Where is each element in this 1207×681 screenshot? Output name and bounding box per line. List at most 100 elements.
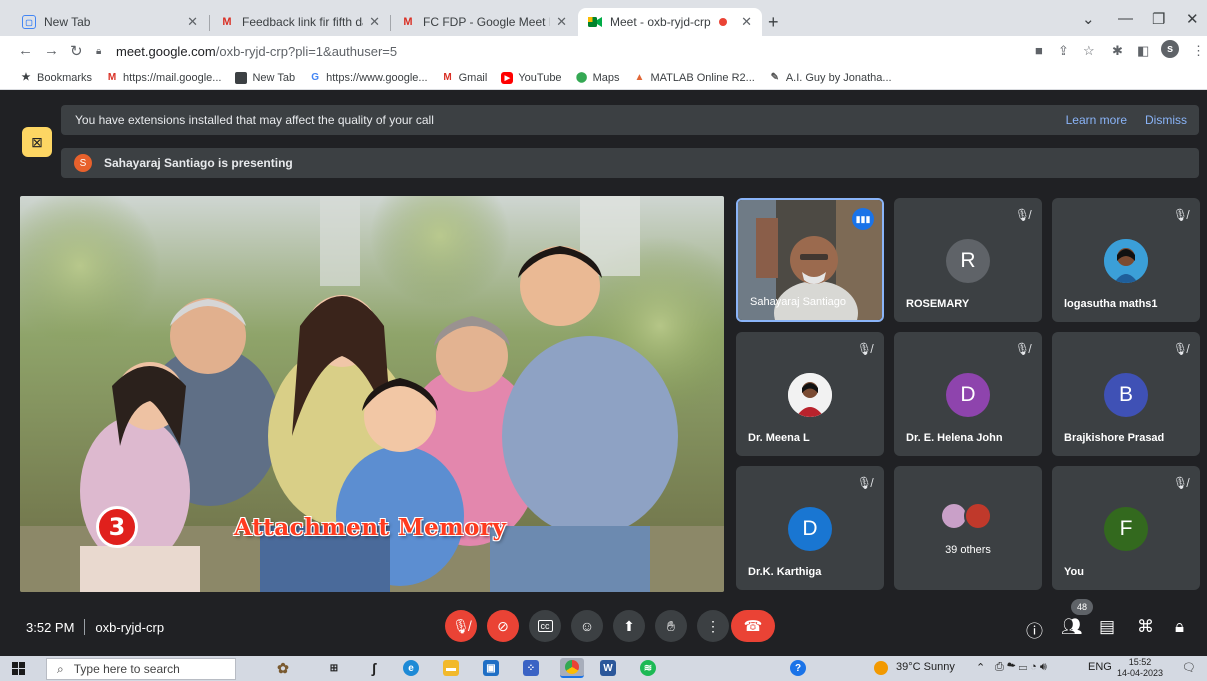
bookmark-folder[interactable]: ★ Bookmarks (20, 71, 93, 84)
meeting-details-icon[interactable]: ⓘ (1026, 617, 1043, 642)
language-indicator[interactable]: ENG (1088, 661, 1112, 673)
participant-tile-presenter[interactable]: ▮▮▮ Sahayaraj Santiago (736, 198, 884, 322)
participant-name: Sahayaraj Santiago (750, 296, 847, 308)
weather-text[interactable]: 39°C Sunny (896, 661, 955, 673)
close-tab-icon[interactable]: ✕ (369, 14, 380, 30)
tab-new-tab[interactable]: ▢ New Tab ✕ (12, 8, 208, 36)
word-icon[interactable]: W (600, 660, 616, 676)
bookmark-item[interactable]: M Gmail (442, 72, 487, 84)
participant-tile[interactable]: 🎙︎̸ Dr. Meena L (736, 332, 884, 456)
raise-hand-button[interactable]: ✋︎ (655, 610, 687, 642)
app-icon[interactable]: ⁘ (523, 660, 539, 676)
close-tab-icon[interactable]: ✕ (187, 14, 198, 30)
new-tab-button[interactable]: + (768, 12, 779, 33)
address-bar[interactable]: 🔒︎ meet.google.com/oxb-ryjd-crp?pli=1&au… (96, 40, 1026, 62)
search-highlight-icon[interactable]: ✿ (258, 660, 308, 676)
youtube-icon: ▶ (501, 71, 514, 84)
participant-tile[interactable]: 🎙︎̸ B Brajkishore Prasad (1052, 332, 1200, 456)
bookmark-label: https://mail.google... (123, 71, 222, 84)
bookmark-item[interactable]: ✎ A.I. Guy by Jonatha... (769, 72, 892, 84)
participant-avatar: R (946, 239, 990, 283)
learn-more-link[interactable]: Learn more (1066, 113, 1127, 127)
host-controls-icon[interactable]: 🔒︎ (1175, 617, 1184, 637)
present-button[interactable]: ⬆ (613, 610, 645, 642)
emoji-icon: ☺ (579, 618, 595, 634)
extension-warning-icon[interactable]: ⊠ (22, 127, 52, 157)
participant-avatar: D (788, 507, 832, 551)
more-options-button[interactable]: ⋮ (697, 610, 729, 642)
presenting-message: Sahayaraj Santiago is presenting (104, 156, 293, 170)
bookmark-label: https://www.google... (326, 71, 428, 84)
taskbar-search-input[interactable]: ⌕ Type here to search (46, 658, 236, 680)
tray-status-icons[interactable]: ⎙ ☁ ▭ ◔ 🔊︎ (995, 661, 1047, 674)
reactions-button[interactable]: ☺ (571, 610, 603, 642)
meet-favicon (588, 15, 602, 29)
presentation-screen[interactable]: 3 Attachment Memory (20, 196, 724, 592)
bookmark-star-icon[interactable]: ☆ (1083, 43, 1095, 59)
tray-chevron-icon[interactable]: ⌃ (976, 661, 985, 674)
extension-banner: You have extensions installed that may a… (61, 105, 1199, 135)
clock-time: 15:52 (1128, 657, 1152, 667)
bookmark-item[interactable]: ▲ MATLAB Online R2... (633, 72, 755, 84)
close-tab-icon[interactable]: ✕ (556, 14, 567, 30)
share-icon[interactable]: ⇪ (1058, 43, 1069, 59)
activities-icon[interactable]: ⌘ (1137, 617, 1154, 637)
tab-feedback[interactable]: M Feedback link fir fifth day - charis ✕ (210, 8, 390, 36)
bookmark-item[interactable]: New Tab (235, 71, 296, 84)
mic-muted-icon: 🎙︎̸ (1014, 208, 1030, 222)
camera-in-use-icon[interactable]: ■ (1035, 43, 1043, 58)
taskbar-clock[interactable]: 15:52 14-04-2023 (1117, 657, 1163, 679)
camera-off-icon: ⊘ (497, 617, 509, 634)
bookmark-label: Bookmarks (37, 71, 93, 84)
back-arrow-icon[interactable]: ← (18, 42, 33, 59)
participant-name: You (1064, 566, 1084, 578)
spotify-icon[interactable]: ≋ (640, 660, 656, 676)
forward-arrow-icon[interactable]: → (44, 42, 59, 59)
participant-name: Brajkishore Prasad (1064, 432, 1165, 444)
chrome-icon[interactable] (560, 658, 584, 678)
help-icon[interactable]: ? (790, 660, 806, 676)
people-icon[interactable]: 👥︎ (1061, 617, 1083, 637)
file-explorer-icon[interactable]: ▬ (443, 660, 459, 676)
side-panel-icon[interactable]: ◧ (1137, 43, 1149, 59)
participant-tile[interactable]: 🎙︎̸ logasutha maths1 (1052, 198, 1200, 322)
participant-tile[interactable]: 🎙︎̸ D Dr. E. Helena John (894, 332, 1042, 456)
bookmarks-bar: ★ Bookmarks M https://mail.google... New… (0, 66, 1207, 90)
close-tab-icon[interactable]: ✕ (741, 14, 752, 30)
store-icon[interactable]: ▣ (483, 660, 499, 676)
profile-avatar[interactable]: s (1161, 40, 1179, 58)
others-tile[interactable]: 39 others (894, 466, 1042, 590)
bookmark-label: New Tab (252, 71, 296, 84)
mic-off-button[interactable]: 🎙︎̸ (445, 610, 477, 642)
bookmark-item[interactable]: M https://mail.google... (106, 71, 222, 84)
edge-browser-icon[interactable]: e (403, 660, 419, 676)
captions-icon: cc (537, 620, 553, 632)
maximize-button[interactable]: ❐ (1152, 10, 1165, 28)
tab-fc-fdp[interactable]: M FC FDP - Google Meet Link - iqac ✕ (391, 8, 577, 36)
windows-start-icon[interactable] (12, 662, 25, 675)
close-window-button[interactable]: ✕ (1186, 10, 1199, 28)
participant-name: Dr.K. Karthiga (748, 566, 822, 578)
chat-icon[interactable]: ▤ (1099, 617, 1115, 637)
dismiss-button[interactable]: Dismiss (1145, 113, 1187, 127)
clock-date: 14-04-2023 (1117, 668, 1164, 678)
captions-button[interactable]: cc (529, 610, 561, 642)
camera-off-button[interactable]: ⊘ (487, 610, 519, 642)
reload-icon[interactable]: ↻ (70, 42, 83, 60)
kebab-menu-icon[interactable]: ⋮ (1192, 43, 1205, 59)
bookmark-item[interactable]: G https://www.google... (309, 71, 428, 84)
extensions-puzzle-icon[interactable]: ✱ (1112, 43, 1123, 59)
participant-tile[interactable]: 🎙︎̸ D Dr.K. Karthiga (736, 466, 884, 590)
notifications-icon[interactable]: 🗨︎ (1182, 661, 1196, 674)
meet-call-area: ⊠ You have extensions installed that may… (8, 91, 1207, 656)
self-tile[interactable]: 🎙︎̸ F You (1052, 466, 1200, 590)
task-view-icon[interactable]: ⊞ (326, 660, 342, 676)
app-icon[interactable]: ʃ (366, 660, 382, 676)
bookmark-item[interactable]: ▶ YouTube (501, 71, 562, 84)
tab-search-icon[interactable]: ⌄ (1082, 10, 1095, 28)
tab-meet[interactable]: Meet - oxb-ryjd-crp ✕ (578, 8, 762, 36)
participant-tile[interactable]: 🎙︎̸ R ROSEMARY (894, 198, 1042, 322)
leave-call-button[interactable]: ☎︎ (731, 610, 775, 642)
minimize-button[interactable]: — (1118, 10, 1133, 27)
bookmark-item[interactable]: ⬤ Maps (576, 72, 620, 84)
